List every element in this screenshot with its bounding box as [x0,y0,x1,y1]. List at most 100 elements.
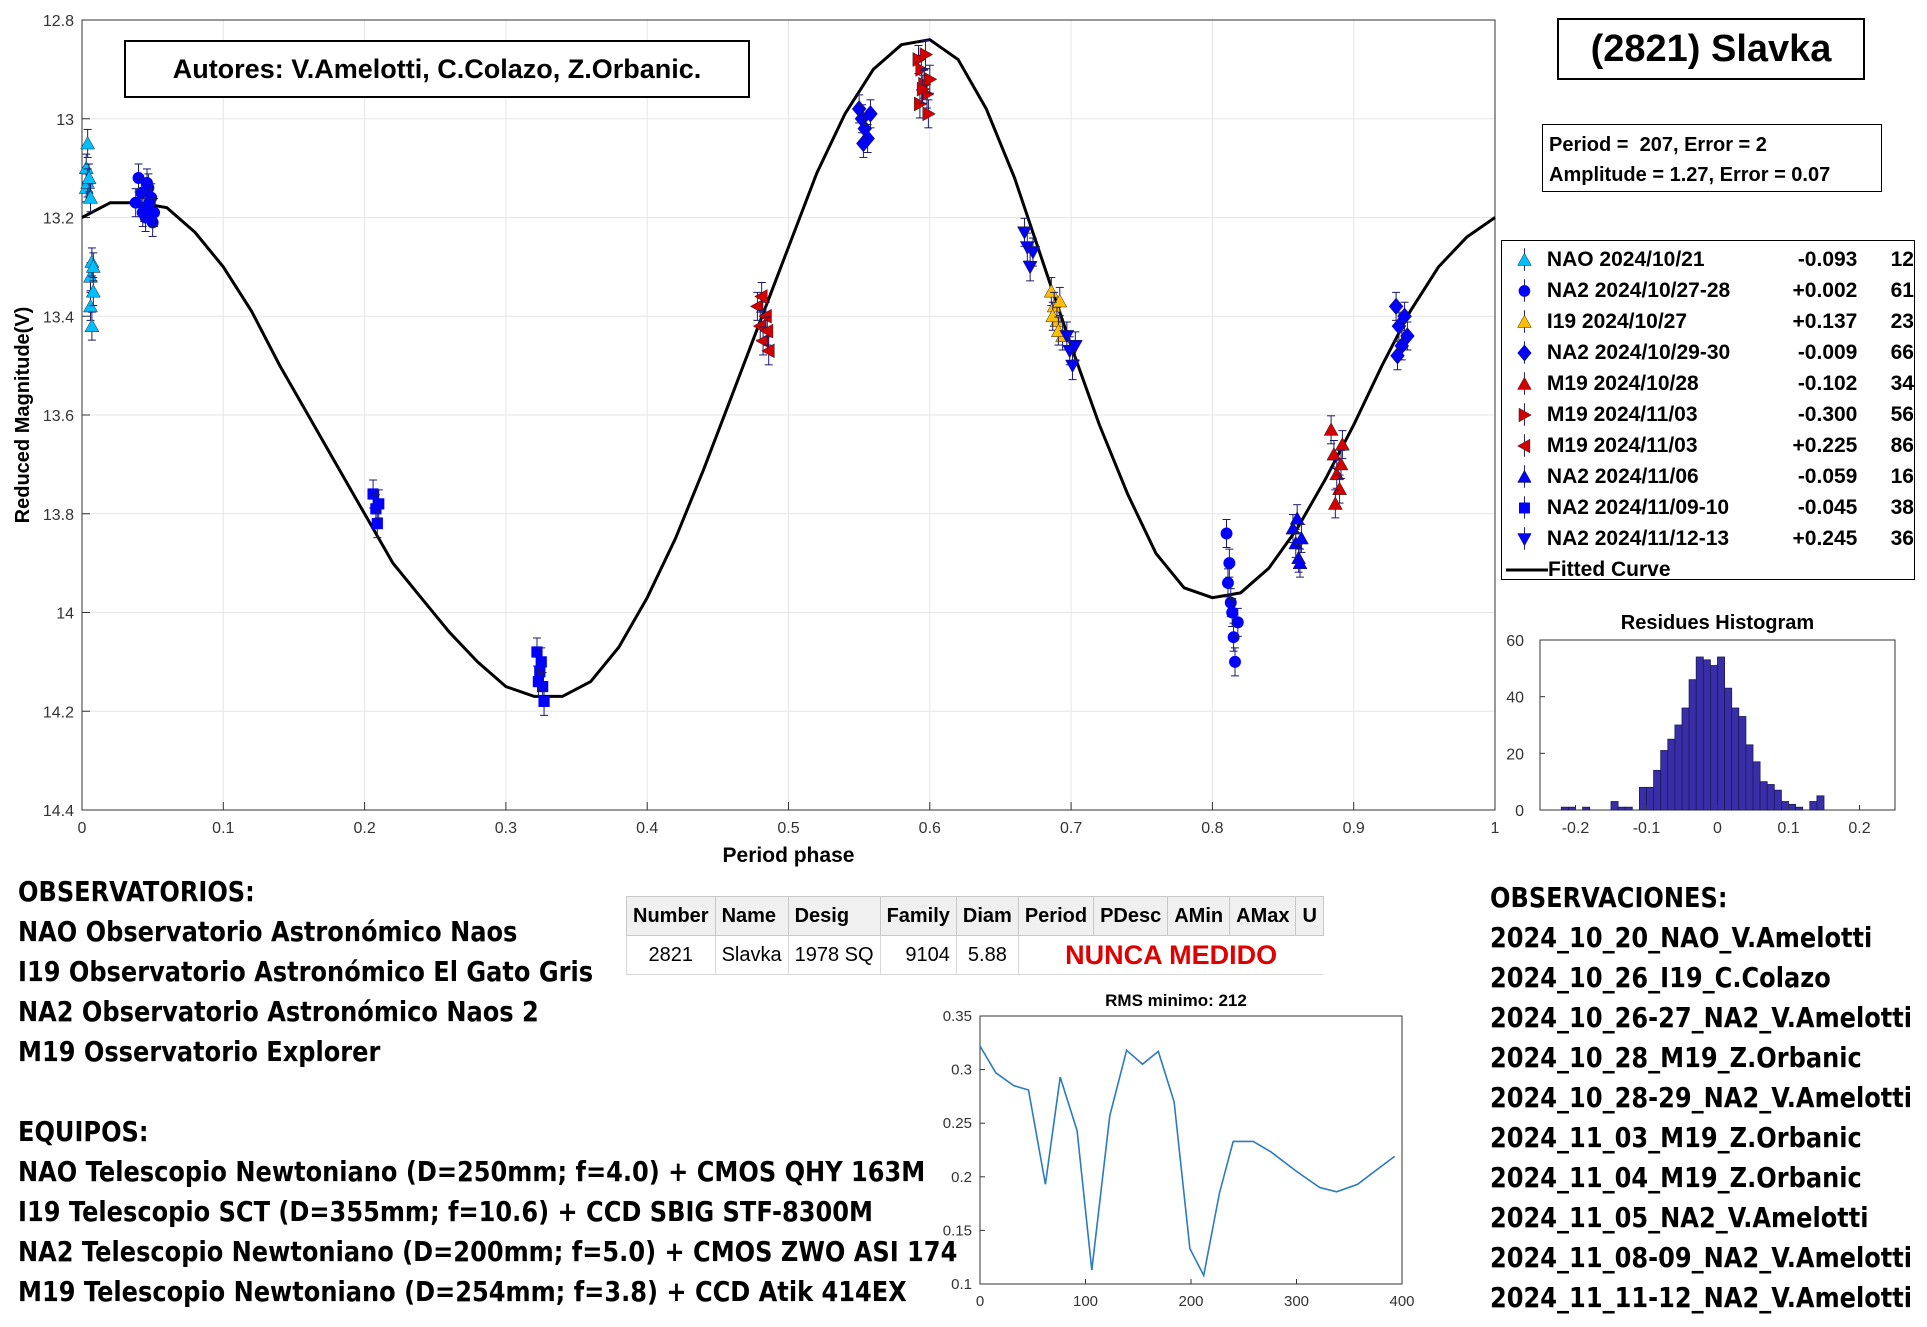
histogram-bar [1816,795,1825,811]
rms-x-tick-label: 400 [1389,1293,1414,1310]
y-tick-label: 13.4 [43,309,74,326]
histogram-bar [1653,769,1662,811]
legend-count: 23 [1890,309,1914,333]
data-point [1517,252,1532,266]
legend-offset: +0.245 [1792,526,1858,550]
histogram-bar [1766,784,1775,811]
histogram-bar [1674,724,1683,811]
fit-info-box: Period = 207, Error = 2 Amplitude = 1.27… [1542,124,1882,192]
col-amin: AMin [1167,896,1231,936]
legend-label: Fitted Curve [1548,557,1671,581]
x-tick-label: 0.4 [636,820,658,837]
equipo-line: NA2 Telescopio Newtoniano (D=200mm; f=5.… [18,1235,958,1268]
histogram-bar [1702,659,1711,811]
histogram-bar [1745,744,1754,811]
chart-legend: NAO 2024/10/21 -0.093 12 NA2 2024/10/27-28 +… [1501,240,1915,581]
legend-marker-icon [1518,279,1531,302]
histogram-bar [1560,806,1569,811]
legend-offset: +0.002 [1792,278,1858,302]
legend-count: 66 [1890,340,1914,364]
observacion-line: 2024_11_11-12_NA2_V.Amelotti [1490,1281,1913,1314]
histogram-bar [1717,656,1725,811]
histogram-y-tick-label: 40 [1506,690,1524,707]
col-name: Name [714,896,789,936]
histogram-bar [1568,806,1576,811]
x-tick-label: 0.9 [1343,820,1365,837]
y-tick-label: 12.8 [43,13,74,30]
histogram-bar [1617,806,1626,811]
histogram-bar [1809,801,1818,811]
legend-entry: Fitted Curve [1502,554,1914,585]
rms-title: RMS minimo: 212 [1105,991,1247,1010]
col-u: U [1295,896,1324,936]
legend-offset: +0.225 [1792,433,1858,457]
cell-family: 9104 [879,935,957,975]
histogram-bar [1788,803,1796,811]
equipos-heading: EQUIPOS: [18,1115,149,1148]
x-tick-label: 0.5 [777,820,799,837]
observacion-line: 2024_10_20_NAO_V.Amelotti [1490,921,1873,954]
observacion-line: 2024_10_26_I19_C.Colazo [1490,961,1831,994]
data-point [1223,557,1236,570]
histogram-x-tick-label: 0.2 [1848,820,1870,837]
residues-histogram: Residues Histogram -0.2 -0.1 0 0.1 0.2 0 20 40 60 [1506,612,1896,837]
legend-label: NA2 2024/11/06 [1546,464,1699,488]
rms-x-tick-label: 0 [976,1293,984,1310]
data-point [1220,527,1233,540]
x-tick-label: 0.2 [353,820,375,837]
y-tick-label: 13.6 [43,408,74,425]
x-tick-label: 0.7 [1060,820,1082,837]
y-tick-label: 13.8 [43,507,74,524]
nunca-medido-label: NUNCA MEDIDO [1065,939,1278,970]
legend-count: 34 [1890,371,1914,395]
legend-count: 16 [1890,464,1914,488]
data-point [1518,285,1531,297]
histogram-bar [1582,806,1591,811]
legend-marker-icon [1517,341,1532,364]
cell-desig: 1978 SQ [787,935,881,975]
data-point [1517,438,1531,454]
legend-marker-icon [1518,403,1532,426]
legend-count: 61 [1890,278,1914,302]
legend-offset: -0.093 [1797,247,1858,271]
fit-info-period: Period = 207, Error = 2 [1549,134,1767,156]
histogram-bar [1646,786,1654,811]
histogram-bar [1610,801,1619,811]
legend-entry: NA2 2024/10/27-28 +0.002 61 [1502,275,1914,306]
light-curve-plot: 0 0.1 0.2 0.3 0.4 0.5 0.6 0.7 0.8 0.9 1 12.8 13 13.2 1… [12,13,1500,867]
rms-x-tick-label: 100 [1073,1293,1098,1310]
data-point [373,498,385,510]
rms-chart: RMS minimo: 2120 100 200 300 4000.10.150.20.… [943,991,1415,1310]
legend-label: I19 2024/10/27 [1546,309,1688,333]
legend-label: NA2 2024/11/12-13 [1546,526,1730,550]
histogram-y-tick-label: 60 [1506,633,1524,650]
data-point [1518,502,1530,514]
equipo-line: M19 Telescopio Newtoniano (D=254mm; f=3.… [18,1275,907,1308]
data-point [1229,655,1241,668]
histogram-bar [1752,761,1761,811]
data-point [538,695,550,707]
histogram-bar [1624,806,1633,811]
data-point [1517,344,1532,362]
observacion-line: 2024_11_05_NA2_V.Amelotti [1490,1201,1869,1234]
histogram-title: Residues Histogram [1621,612,1814,634]
legend-marker-icon [1518,496,1530,519]
data-point [371,518,383,530]
histogram-y-tick-label: 20 [1506,746,1524,763]
histogram-bar [1781,801,1789,811]
cell-nunca-medido: NUNCA MEDIDO [1017,935,1324,975]
y-tick-label: 14.2 [43,704,74,721]
legend-entry: NA2 2024/11/06 -0.059 16 [1502,461,1914,492]
equipo-line: I19 Telescopio SCT (D=355mm; f=10.6) + C… [18,1195,874,1228]
histogram-bar [1759,781,1768,811]
y-tick-label: 13 [56,112,74,129]
histogram-x-tick-label: -0.2 [1562,820,1590,837]
data-point [1517,314,1532,328]
x-tick-label: 0.3 [495,820,517,837]
x-tick-label: 0.1 [212,820,234,837]
legend-entry: M19 2024/11/03 -0.300 56 [1502,399,1914,430]
histogram-bar [1639,786,1647,811]
legend-offset: -0.009 [1797,340,1858,364]
catalog-table: Number Name Desig Family Diam Period PDe… [626,896,1324,975]
legend-marker-icon [1517,465,1532,488]
